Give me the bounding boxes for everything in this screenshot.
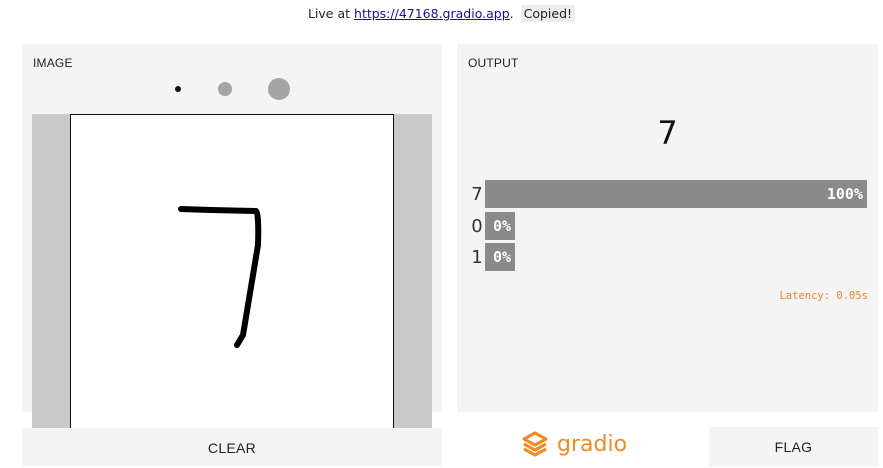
- confidence-percent: 0%: [492, 248, 511, 266]
- url-suffix: .: [509, 6, 514, 21]
- confidence-row: 0 0%: [457, 212, 878, 240]
- brush-size-medium[interactable]: [218, 82, 232, 96]
- confidence-bar: 0%: [485, 243, 515, 271]
- confidence-bar: 100%: [485, 180, 867, 208]
- latency-text: Latency: 0.05s: [779, 290, 868, 302]
- gradio-brand: gradio: [521, 430, 627, 458]
- sketchpad-container: [32, 114, 432, 438]
- drawn-digit-stroke: [178, 206, 262, 348]
- clear-button[interactable]: CLEAR: [22, 428, 442, 466]
- copied-badge: Copied!: [520, 5, 576, 22]
- share-url-link[interactable]: https://47168.gradio.app: [354, 6, 510, 21]
- confidence-class-label: 1: [471, 247, 483, 268]
- confidence-track: 0%: [485, 243, 867, 271]
- gradio-brand-name: gradio: [557, 431, 628, 457]
- flag-button[interactable]: FLAG: [709, 427, 878, 467]
- predicted-label: 7: [657, 114, 678, 152]
- gradio-logo-icon: [522, 431, 548, 457]
- sketchpad-canvas[interactable]: [70, 114, 394, 438]
- confidence-row: 1 0%: [457, 243, 878, 271]
- confidence-percent: 100%: [826, 185, 863, 203]
- confidence-track: 100%: [485, 180, 867, 208]
- brush-size-large[interactable]: [268, 78, 290, 100]
- share-link-bar: Live at https://47168.gradio.app. Copied…: [0, 5, 883, 22]
- input-panel-title: IMAGE: [33, 56, 73, 70]
- live-at-text: Live at: [307, 6, 355, 21]
- confidence-class-label: 0: [471, 216, 483, 237]
- output-panel: OUTPUT 7 7 100% 0 0% 1 0% Latency: 0.05s: [457, 44, 878, 412]
- confidence-percent: 0%: [492, 217, 511, 235]
- brush-size-small[interactable]: [175, 86, 181, 92]
- confidence-row: 7 100%: [457, 180, 878, 208]
- confidence-bar: 0%: [485, 212, 515, 240]
- output-panel-title: OUTPUT: [468, 56, 519, 70]
- confidence-class-label: 7: [471, 184, 483, 205]
- confidence-track: 0%: [485, 212, 867, 240]
